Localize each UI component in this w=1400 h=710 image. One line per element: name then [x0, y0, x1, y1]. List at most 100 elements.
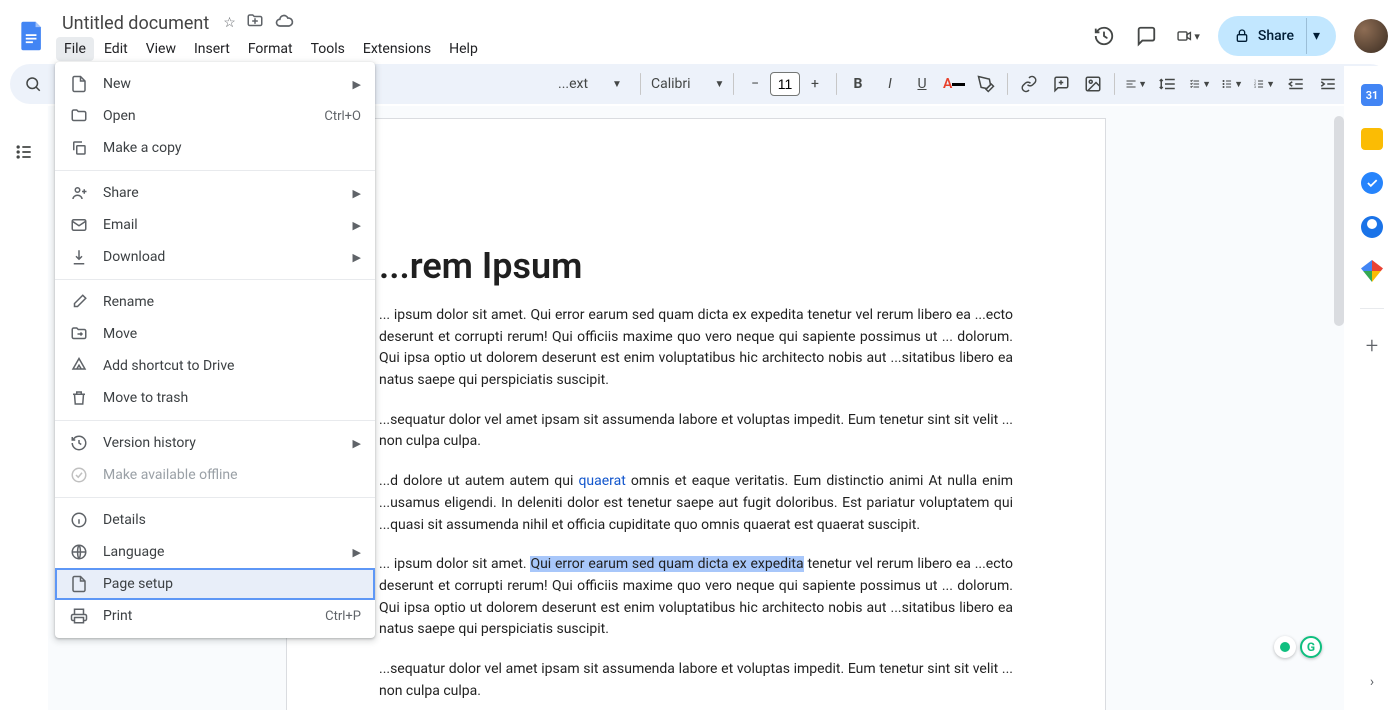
rename-icon [69, 292, 89, 312]
text-color-button[interactable]: A [939, 69, 969, 99]
paragraph[interactable]: ... ipsum dolor sit amet. Qui error earu… [379, 305, 1013, 392]
menu-item-move[interactable]: Move [55, 318, 375, 350]
download-icon [69, 247, 89, 267]
history-icon[interactable] [1092, 24, 1116, 48]
assistant-badges[interactable]: G [1274, 636, 1322, 658]
svg-text:3: 3 [1254, 85, 1256, 89]
menu-item-history[interactable]: Version history▶ [55, 427, 375, 459]
menu-item-print[interactable]: PrintCtrl+P [55, 600, 375, 632]
menu-edit[interactable]: Edit [96, 37, 136, 61]
menu-item-page-setup[interactable]: Page setup [55, 568, 375, 600]
move-folder-icon [69, 324, 89, 344]
drive-shortcut-icon [69, 356, 89, 376]
menu-item-shortcut[interactable]: Add shortcut to Drive [55, 350, 375, 382]
link-button[interactable] [1014, 69, 1044, 99]
tasks-icon[interactable] [1361, 172, 1383, 194]
decrease-font-button[interactable]: − [740, 69, 770, 99]
menu-extensions[interactable]: Extensions [355, 37, 439, 61]
account-avatar[interactable] [1354, 19, 1388, 53]
share-label: Share [1258, 28, 1294, 44]
share-caret-icon[interactable]: ▾ [1306, 18, 1326, 54]
side-panel: 31 + › [1344, 66, 1400, 710]
menu-item-download[interactable]: Download▶ [55, 241, 375, 273]
menu-insert[interactable]: Insert [186, 37, 238, 61]
chevron-right-icon: ▶ [353, 78, 361, 91]
font-size-input[interactable] [770, 72, 800, 96]
font-select[interactable]: Calibri▼ [647, 69, 727, 99]
underline-button[interactable]: U [907, 69, 937, 99]
info-icon [69, 510, 89, 530]
align-button[interactable]: ▼ [1121, 69, 1151, 99]
menu-item-email[interactable]: Email▶ [55, 209, 375, 241]
comment-icon[interactable] [1134, 24, 1158, 48]
hide-panel-button[interactable]: › [1370, 674, 1374, 690]
menu-item-open[interactable]: OpenCtrl+O [55, 100, 375, 132]
menu-item-trash[interactable]: Move to trash [55, 382, 375, 414]
docs-logo[interactable] [12, 16, 52, 56]
copy-icon [69, 138, 89, 158]
maps-icon[interactable] [1361, 260, 1383, 282]
print-icon [69, 606, 89, 626]
line-spacing-button[interactable] [1153, 69, 1183, 99]
paragraph[interactable]: ... ipsum dolor sit amet. Qui error earu… [379, 554, 1013, 641]
search-icon[interactable] [18, 69, 48, 99]
contacts-icon[interactable] [1361, 216, 1383, 238]
menu-help[interactable]: Help [441, 37, 486, 61]
menu-item-copy[interactable]: Make a copy [55, 132, 375, 164]
menu-item-offline: Make available offline [55, 459, 375, 491]
menu-tools[interactable]: Tools [303, 37, 353, 61]
cloud-status-icon[interactable] [274, 11, 294, 35]
menu-format[interactable]: Format [240, 37, 301, 61]
star-icon[interactable]: ☆ [223, 15, 236, 31]
email-icon [69, 215, 89, 235]
document-page[interactable]: ...rem Ipsum ... ipsum dolor sit amet. Q… [286, 118, 1106, 710]
indent-increase-button[interactable] [1313, 69, 1343, 99]
bulleted-list-button[interactable]: ▼ [1217, 69, 1247, 99]
doc-link[interactable]: quaerat [578, 473, 625, 489]
bold-button[interactable]: B [843, 69, 873, 99]
chevron-right-icon: ▶ [353, 437, 361, 450]
highlight-button[interactable] [971, 69, 1001, 99]
left-rail [0, 106, 48, 710]
insert-image-button[interactable] [1078, 69, 1108, 99]
meet-icon[interactable]: ▾ [1176, 24, 1200, 48]
trash-icon [69, 388, 89, 408]
header: Untitled document ☆ File Edit View Inser… [0, 0, 1400, 64]
doc-heading[interactable]: ...rem Ipsum [379, 245, 1013, 287]
paragraph[interactable]: ...sequatur dolor vel amet ipsam sit ass… [379, 659, 1013, 702]
share-button[interactable]: Share ▾ [1218, 16, 1336, 56]
indent-decrease-button[interactable] [1281, 69, 1311, 99]
suggestion-badge[interactable] [1274, 636, 1296, 658]
italic-button[interactable]: I [875, 69, 905, 99]
document-icon [69, 74, 89, 94]
menu-file[interactable]: File [56, 37, 94, 61]
menu-view[interactable]: View [138, 37, 184, 61]
menu-item-language[interactable]: Language▶ [55, 536, 375, 568]
add-addon-button[interactable]: + [1361, 335, 1383, 357]
keep-icon[interactable] [1361, 128, 1383, 150]
calendar-icon[interactable]: 31 [1361, 84, 1383, 106]
move-icon[interactable] [246, 12, 264, 34]
grammarly-icon[interactable]: G [1300, 636, 1322, 658]
document-title[interactable]: Untitled document [56, 13, 215, 34]
chevron-right-icon: ▶ [353, 219, 361, 232]
chevron-right-icon: ▶ [353, 187, 361, 200]
add-comment-button[interactable] [1046, 69, 1076, 99]
menu-item-new[interactable]: New▶ [55, 68, 375, 100]
paragraph[interactable]: ...sequatur dolor vel amet ipsam sit ass… [379, 410, 1013, 453]
globe-icon [69, 542, 89, 562]
menu-item-details[interactable]: Details [55, 504, 375, 536]
increase-font-button[interactable]: + [800, 69, 830, 99]
folder-icon [69, 106, 89, 126]
checklist-button[interactable]: ▼ [1185, 69, 1215, 99]
paragraph[interactable]: ...d dolore ut autem autem qui quaerat o… [379, 471, 1013, 536]
outline-icon[interactable] [8, 136, 40, 168]
style-select[interactable]: ...ext▼ [554, 69, 634, 99]
selected-text[interactable]: Qui error earum sed quam dicta ex expedi… [530, 556, 803, 572]
offline-icon [69, 465, 89, 485]
menu-item-rename[interactable]: Rename [55, 286, 375, 318]
numbered-list-button[interactable]: 123▼ [1249, 69, 1279, 99]
scrollbar[interactable] [1334, 116, 1344, 326]
page-icon [69, 574, 89, 594]
menu-item-share[interactable]: Share▶ [55, 177, 375, 209]
